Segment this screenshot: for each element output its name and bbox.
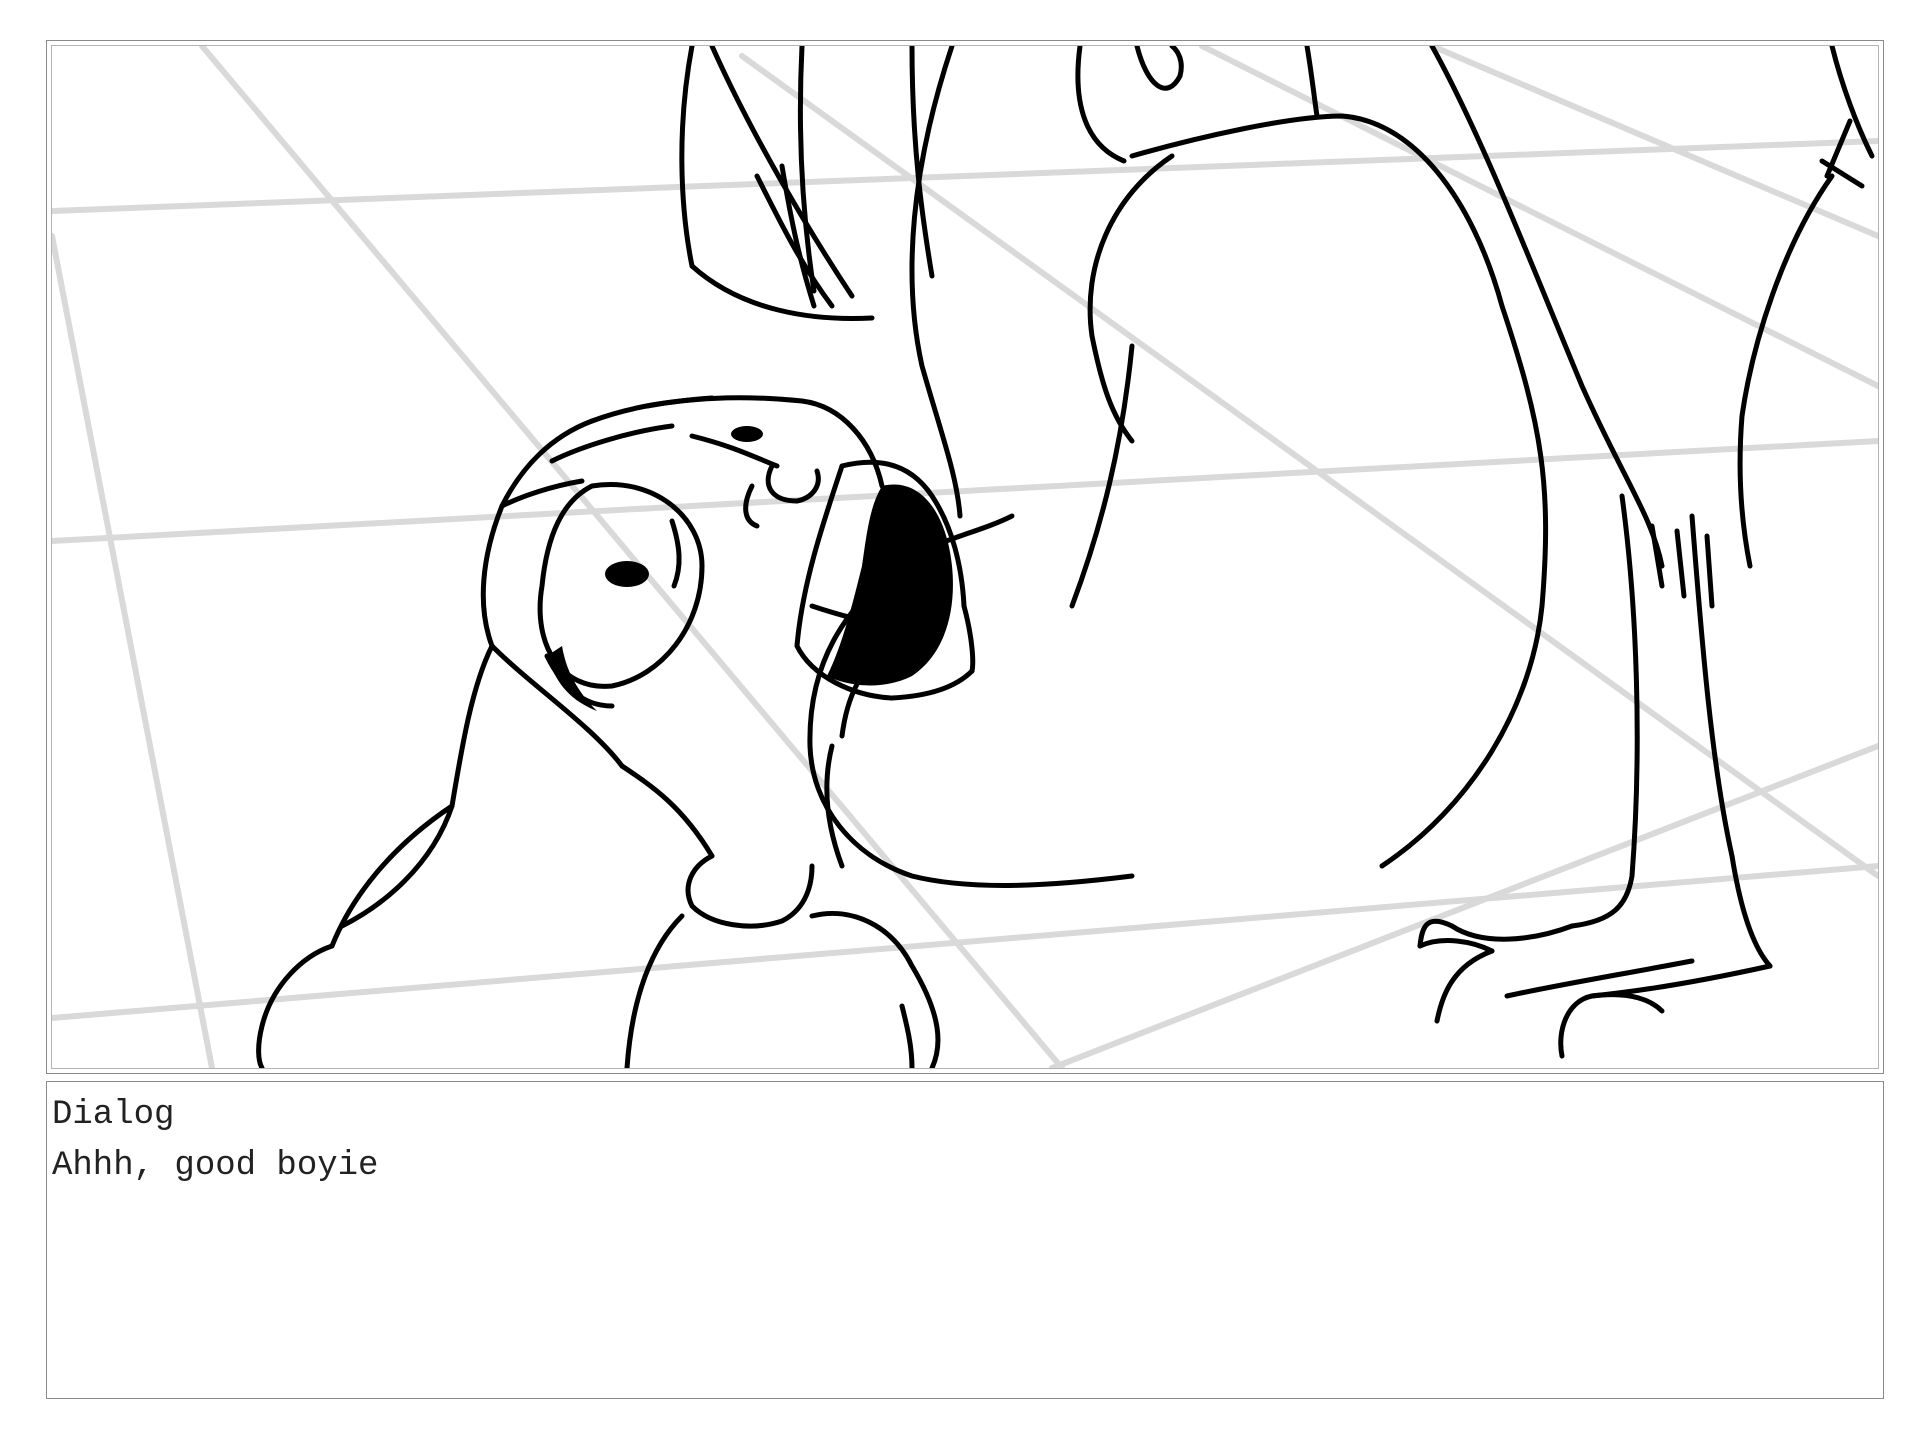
storyboard-drawing	[51, 45, 1879, 1069]
ink-lines	[256, 46, 1875, 1068]
dialog-line: Ahhh, good boyie	[52, 1147, 379, 1185]
dialog-box: Dialog Ahhh, good boyie	[46, 1081, 1884, 1399]
ink-fills	[547, 426, 953, 711]
sketch-illustration	[52, 46, 1878, 1068]
dialog-heading: Dialog	[52, 1096, 175, 1134]
sloth-nostril	[731, 426, 763, 442]
sloth-eye-pupil	[605, 561, 649, 587]
sloth-mouth-interior	[827, 484, 953, 686]
dialog-content: Dialog Ahhh, good boyie	[52, 1090, 378, 1192]
storyboard-panel	[46, 40, 1884, 1074]
